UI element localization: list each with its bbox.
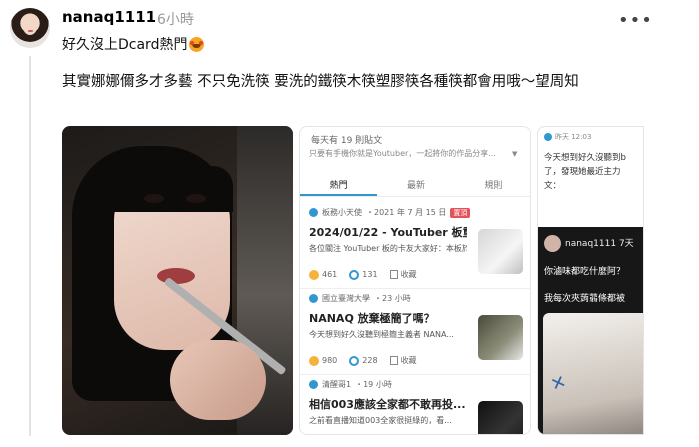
photo-hand xyxy=(170,340,266,420)
item-author: 板務小天使 xyxy=(322,208,362,217)
item-thumbnail xyxy=(478,315,523,360)
avatar-lips xyxy=(28,30,33,32)
tab-latest: 最新 xyxy=(406,181,425,191)
item-date: ・19 小時 xyxy=(355,380,392,389)
reaction-stat: 461 xyxy=(309,269,338,280)
chevron-down-icon: ▼ xyxy=(512,150,518,158)
post-photo[interactable] xyxy=(62,126,293,435)
item-preview: 今天想到好久沒聽到極簡主義者 NANA... xyxy=(309,330,454,339)
item-author: 清醒哥1 xyxy=(322,380,352,389)
comment-icon xyxy=(349,355,360,366)
post-headline: 好久沒上Dcard熱門 xyxy=(62,34,205,54)
board-description: 只要有手機你就是Youtuber，一起將你的作品分享... xyxy=(309,149,496,158)
username[interactable]: nanaq1111 xyxy=(62,8,156,26)
bookmark-icon xyxy=(389,270,398,279)
save-label: 收藏 xyxy=(400,356,417,365)
item-date: ・23 小時 xyxy=(374,294,411,303)
reaction-count: 461 xyxy=(322,270,338,279)
photo-left-eye xyxy=(144,194,164,203)
photo-mouth xyxy=(157,268,195,284)
tab-rules: 規則 xyxy=(484,181,503,191)
card-line-2: 我每次夾蒟蒻條都被 xyxy=(544,294,626,304)
item-title: 相信003應該全家都不敢再投... xyxy=(309,398,466,411)
avatar[interactable] xyxy=(10,8,50,48)
item-preview: 之前看直播知道003全家很挺綠的，看... xyxy=(309,416,452,425)
threads-post: nanaq1111 6小時 ••• 好久沒上Dcard熱門 其實娜娜儞多才多藝 … xyxy=(0,0,699,447)
card-avatar xyxy=(544,235,561,252)
photo-bangs xyxy=(108,166,233,212)
school-icon xyxy=(544,133,552,141)
dcard-feed: 板務小天使 ・2021 年 7 月 15 日 置頂 2024/01/22 - Y… xyxy=(300,203,530,434)
second-screenshot[interactable]: 昨天 12:03 今天想到好久沒聽到b 了，發現她最近主力 文： nanaq11… xyxy=(537,126,644,435)
photo-right-eye xyxy=(186,194,206,203)
daily-post-count: 每天有 19 則貼文 xyxy=(311,136,383,146)
reaction-count: 980 xyxy=(322,356,338,365)
save-label: 收藏 xyxy=(400,270,417,279)
reaction-icon xyxy=(309,269,319,280)
item-meta: 清醒哥1 ・19 小時 xyxy=(309,379,523,390)
thread-line xyxy=(29,56,31,436)
item-meta: 板務小天使 ・2021 年 7 月 15 日 置頂 xyxy=(309,207,523,218)
screenshot2-text: 今天想到好久沒聽到b 了，發現她最近主力 文： xyxy=(544,153,626,191)
item-author: 國立臺灣大學 xyxy=(322,294,370,303)
card-line-1: 你滷味都吃什麼阿？ xyxy=(544,267,626,277)
item-meta: 國立臺灣大學 ・23 小時 xyxy=(309,293,523,304)
item-date: ・2021 年 7 月 15 日 xyxy=(366,208,447,217)
card-image-mark: ✕ xyxy=(547,371,570,396)
screenshot2-time: 昨天 12:03 xyxy=(555,133,592,141)
dcard-tabs: 熱門 最新 規則 xyxy=(300,175,530,197)
reaction-stat: 980 xyxy=(309,355,338,366)
comment-icon xyxy=(349,269,360,280)
save-stat: 收藏 xyxy=(389,269,417,280)
comment-stat: 131 xyxy=(349,269,378,280)
dcard-screenshot[interactable]: 每天有 19 則貼文 只要有手機你就是Youtuber，一起將你的作品分享...… xyxy=(299,126,531,435)
comment-count: 131 xyxy=(362,270,378,279)
item-stats: 980 228 收藏 xyxy=(309,355,417,366)
list-item: 國立臺灣大學 ・23 小時 NANAQ 放棄極簡了嗎？ 今天想到好久沒聽到極簡主… xyxy=(300,289,530,375)
list-item: 清醒哥1 ・19 小時 相信003應該全家都不敢再投... 之前看直播知道003… xyxy=(300,375,530,434)
instagram-card: nanaq1111 7天 你滷味都吃什麼阿？ 我每次夾蒟蒻條都被 ✕ xyxy=(538,227,643,434)
screenshot2-meta: 昨天 12:03 xyxy=(544,132,591,142)
card-time: 7天 xyxy=(618,239,634,249)
item-thumbnail xyxy=(478,401,523,434)
card-image: ✕ xyxy=(543,313,643,434)
reaction-icon xyxy=(309,355,319,366)
item-thumbnail xyxy=(478,229,523,274)
bookmark-icon xyxy=(389,356,398,365)
list-item: 板務小天使 ・2021 年 7 月 15 日 置頂 2024/01/22 - Y… xyxy=(300,203,530,289)
pinned-tag: 置頂 xyxy=(450,207,471,218)
item-title: NANAQ 放棄極簡了嗎？ xyxy=(309,312,435,325)
post-time: 6小時 xyxy=(157,12,194,28)
card-username: nanaq1111 xyxy=(565,239,617,249)
smiling-face-with-hearts-icon xyxy=(189,36,205,52)
headline-text: 好久沒上Dcard熱門 xyxy=(62,37,188,53)
shield-icon xyxy=(309,208,318,217)
post-body: 其實娜娜儞多才多藝 不只免洗筷 要洗的鐵筷木筷塑膠筷各種筷都會用哦～望周知 xyxy=(62,74,579,90)
tab-hot: 熱門 xyxy=(300,175,378,196)
more-icon[interactable]: ••• xyxy=(618,10,653,31)
comment-count: 228 xyxy=(362,356,378,365)
item-stats: 461 131 收藏 xyxy=(309,269,417,280)
avatar-face xyxy=(23,19,37,35)
item-title: 2024/01/22 - YouTuber 板重大公告及板... xyxy=(309,226,467,239)
comment-stat: 228 xyxy=(349,355,378,366)
save-stat: 收藏 xyxy=(389,355,417,366)
item-preview: 各位關注 YouTuber 板的卡友大家好：本板於 2019 年... xyxy=(309,244,467,253)
card-user: nanaq1111 7天 xyxy=(565,236,634,249)
user-icon xyxy=(309,380,318,389)
school-icon xyxy=(309,294,318,303)
